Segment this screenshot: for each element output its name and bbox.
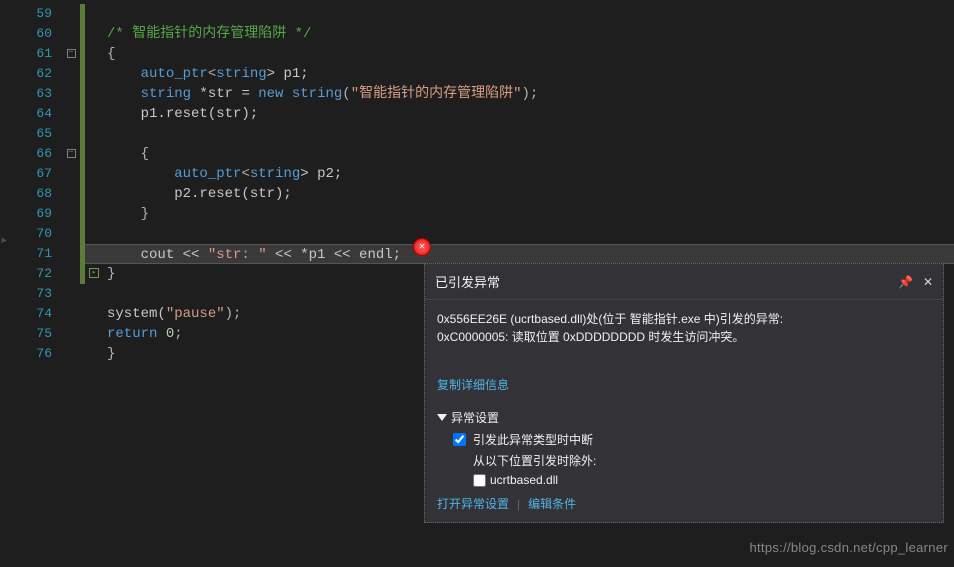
line-number: 62 [0, 64, 62, 84]
line-number: 64 [0, 104, 62, 124]
line-number: 74 [0, 304, 62, 324]
break-on-throw-input[interactable] [453, 433, 466, 446]
line-number: 68 [0, 184, 62, 204]
pin-icon[interactable]: 📌 [898, 275, 913, 289]
except-module-checkbox[interactable]: ucrtbased.dll [473, 473, 931, 487]
chevron-down-icon [437, 414, 447, 421]
popup-header: 已引发异常 📌 ✕ [425, 264, 943, 300]
copy-details-link[interactable]: 复制详细信息 [437, 376, 509, 393]
code-line: } [107, 204, 954, 224]
line-number: 61 [0, 44, 62, 64]
except-from-label: 从以下位置引发时除外: [473, 452, 931, 469]
fold-collapse-icon[interactable]: − [67, 49, 76, 58]
line-number: 65 [0, 124, 62, 144]
line-number: 72 [0, 264, 62, 284]
gutter-arrow-icon: ▸ [0, 232, 8, 249]
code-line: { [107, 44, 954, 64]
code-line: p1.reset(str); [107, 104, 954, 124]
code-line: { [107, 144, 954, 164]
open-settings-link[interactable]: 打开异常设置 [437, 495, 509, 512]
fold-gutter: − − [62, 0, 80, 567]
close-icon[interactable]: ✕ [923, 275, 933, 289]
line-number: 66 [0, 144, 62, 164]
code-line [107, 124, 954, 144]
line-number: 71 [0, 244, 62, 264]
line-number-gutter: 59 60 61 62 63 64 65 66 67 68 69 70 71 7… [0, 0, 62, 567]
code-line [107, 224, 954, 244]
code-line: string *str = new string("智能指针的内存管理陷阱"); [107, 84, 954, 104]
exception-popup: 已引发异常 📌 ✕ 0x556EE26E (ucrtbased.dll)处(位于… [424, 263, 944, 523]
line-number: 73 [0, 284, 62, 304]
exception-settings-toggle[interactable]: 异常设置 [437, 409, 931, 426]
break-on-throw-checkbox[interactable]: 引发此异常类型时中断 [453, 431, 931, 448]
code-line [107, 4, 954, 24]
exception-error-icon[interactable] [413, 238, 431, 256]
line-number: 76 [0, 344, 62, 364]
line-number: 67 [0, 164, 62, 184]
line-number: 70 [0, 224, 62, 244]
exception-message: 0x556EE26E (ucrtbased.dll)处(位于 智能指针.exe … [437, 310, 931, 346]
edit-conditions-link[interactable]: 编辑条件 [528, 495, 576, 512]
fold-collapse-icon[interactable]: − [67, 149, 76, 158]
separator: | [517, 497, 520, 511]
code-line: /* 智能指针的内存管理陷阱 */ [107, 24, 954, 44]
block-end-icon[interactable]: ▸ [89, 268, 99, 278]
code-line: auto_ptr<string> p1; [107, 64, 954, 84]
except-module-input[interactable] [473, 474, 486, 487]
line-number: 75 [0, 324, 62, 344]
line-number: 59 [0, 4, 62, 24]
code-line: auto_ptr<string> p2; [107, 164, 954, 184]
line-number: 69 [0, 204, 62, 224]
popup-body: 0x556EE26E (ucrtbased.dll)处(位于 智能指针.exe … [425, 300, 943, 522]
popup-title: 已引发异常 [435, 272, 898, 291]
line-number: 63 [0, 84, 62, 104]
code-line: p2.reset(str); [107, 184, 954, 204]
code-line-current: cout << "str: " << *p1 << endl; [85, 244, 954, 264]
watermark: https://blog.csdn.net/cpp_learner [749, 540, 948, 555]
line-number: 60 [0, 24, 62, 44]
